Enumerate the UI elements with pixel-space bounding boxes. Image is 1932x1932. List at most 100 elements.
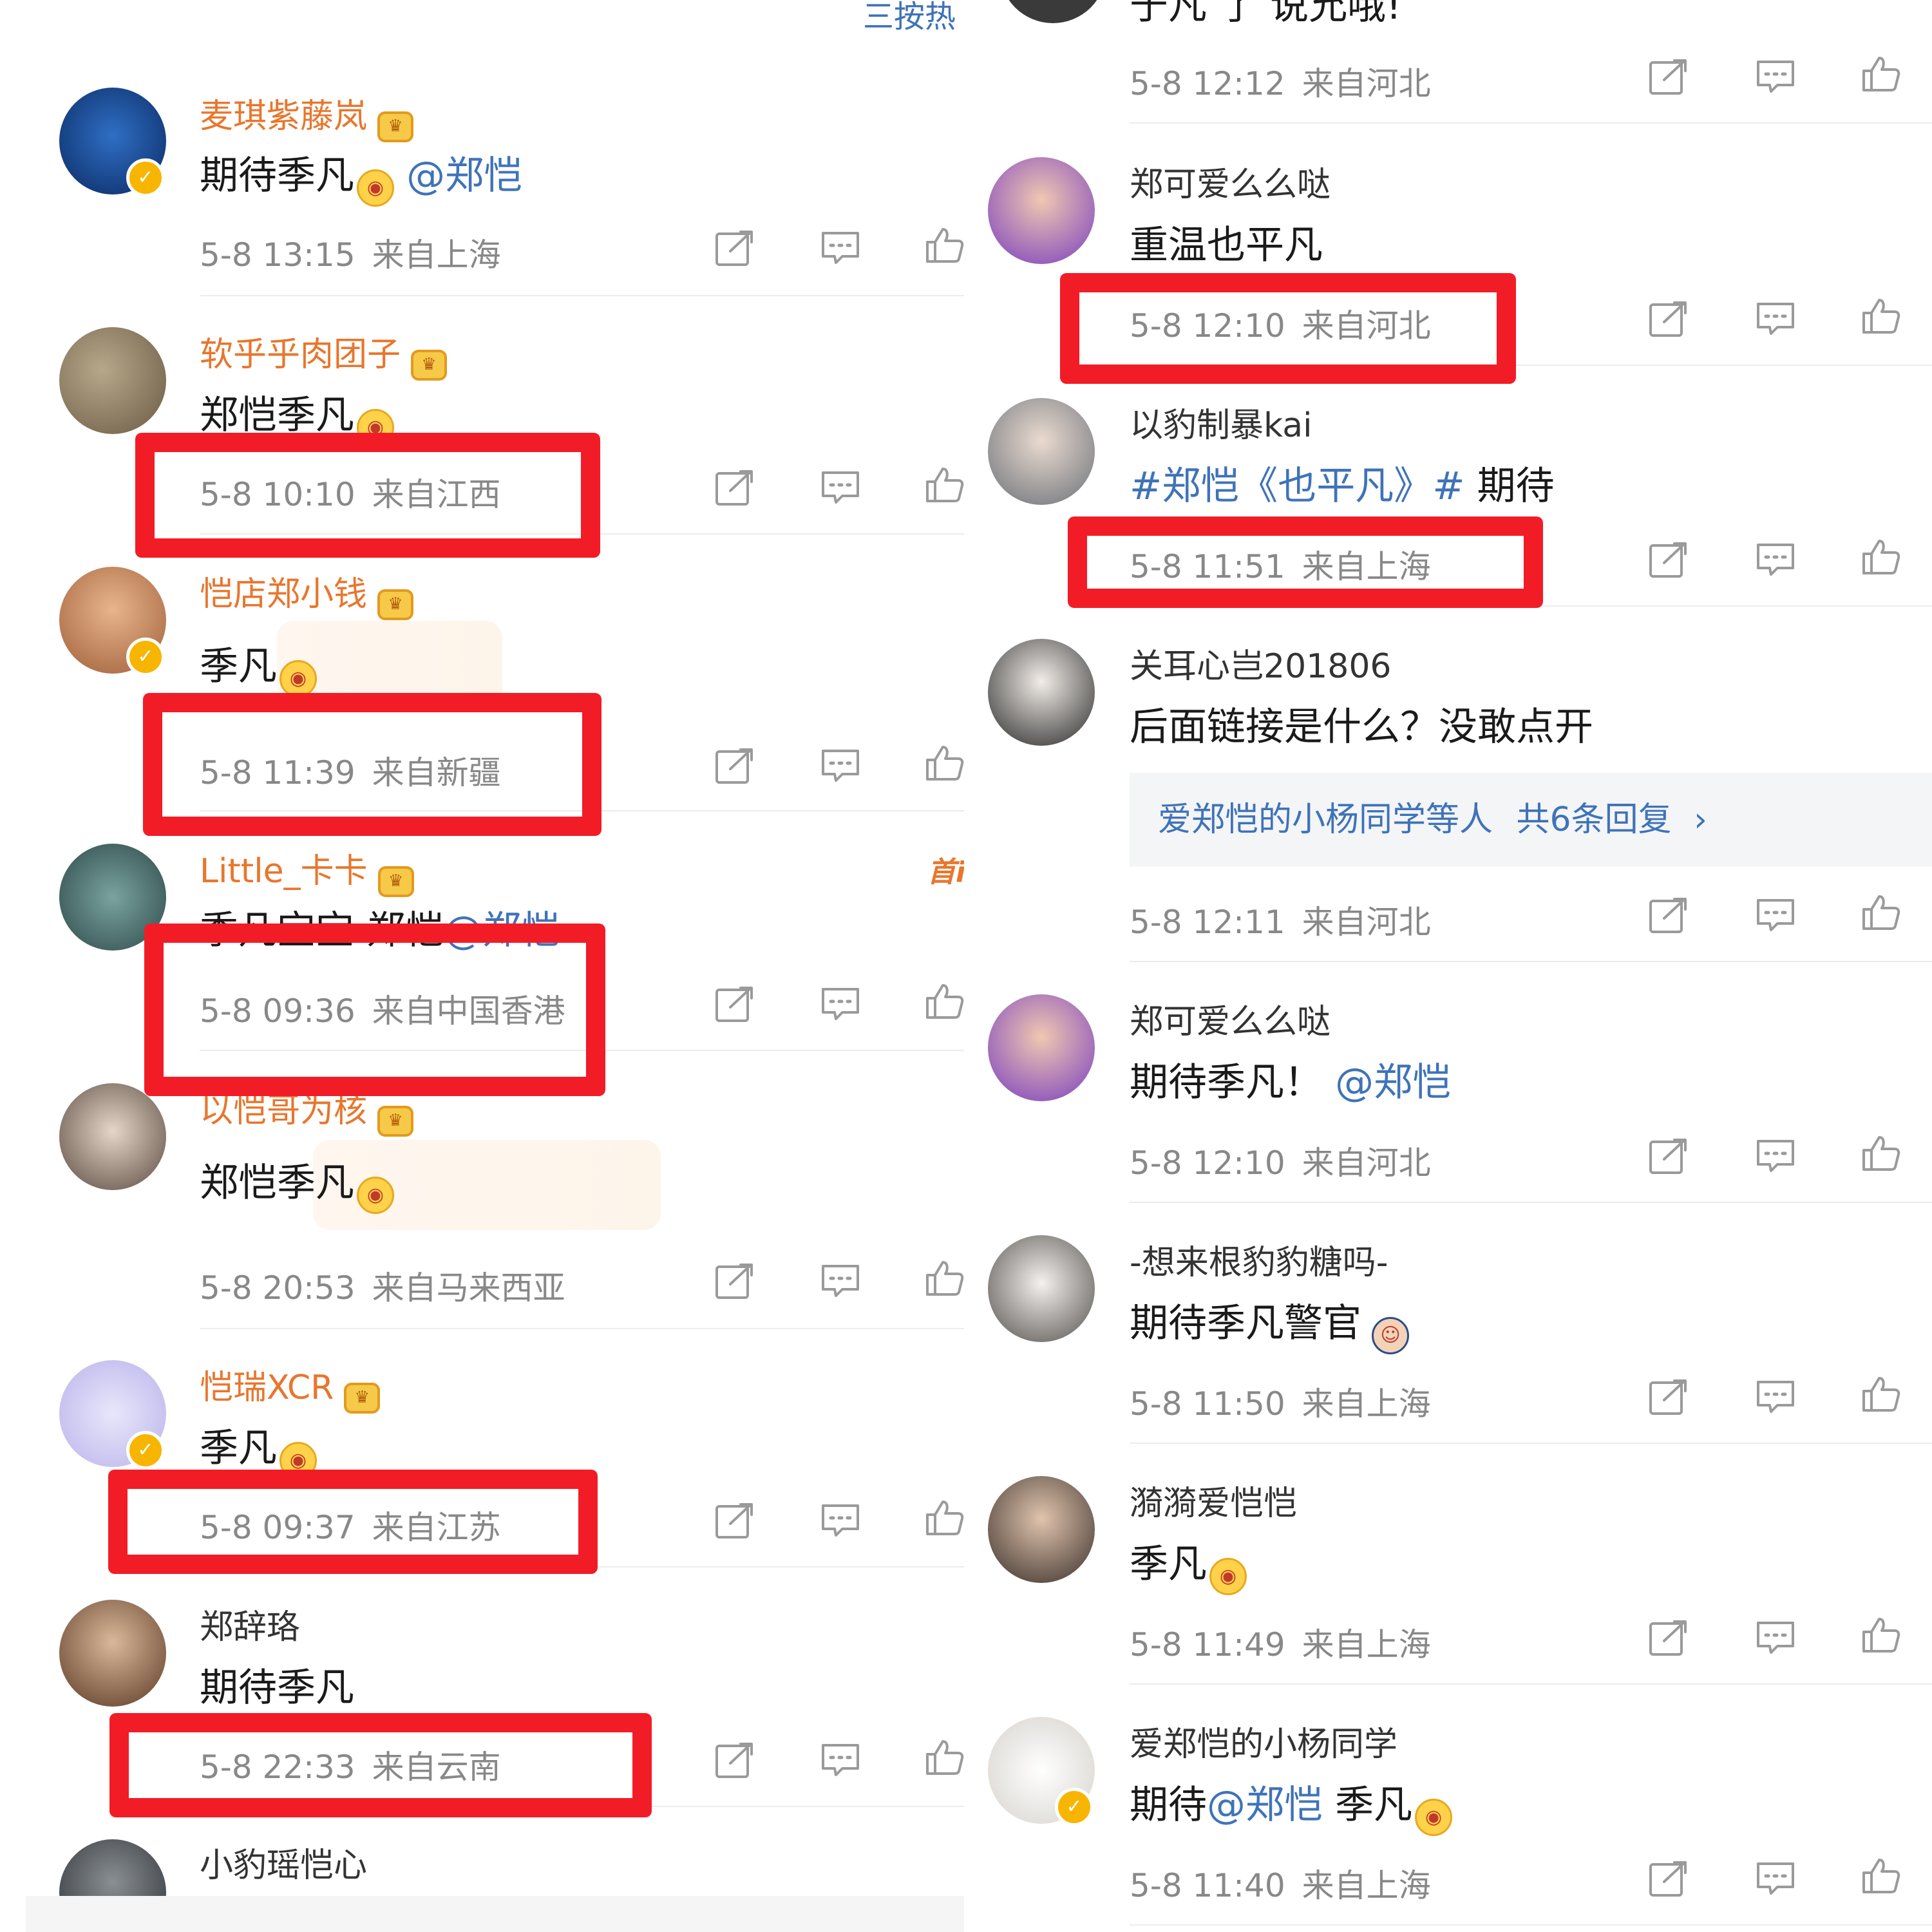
comment-icon[interactable]: [820, 229, 860, 267]
avatar[interactable]: [59, 1083, 166, 1190]
share-icon[interactable]: [1649, 1378, 1689, 1416]
username[interactable]: 关耳心岂201806: [1130, 639, 1392, 687]
comment-icon[interactable]: [820, 1502, 860, 1539]
like-icon[interactable]: [925, 1739, 965, 1776]
comment-icon[interactable]: [820, 985, 860, 1023]
left-comment-list: 三按热 ✓ 麦琪紫藤岚 ♛ 期待季凡 ◉ @郑恺 5-8 13:15 来自上海 软乎乎…: [0, 0, 966, 1932]
comment-icon[interactable]: [1756, 1137, 1795, 1175]
share-icon[interactable]: [1649, 1619, 1689, 1656]
share-icon[interactable]: [1649, 896, 1689, 934]
divider: [1130, 1924, 1932, 1926]
reply-summary[interactable]: 爱郑恺的小杨同学等人 共6条回复 ›: [1130, 773, 1932, 867]
like-icon[interactable]: [925, 227, 965, 264]
divider: [200, 295, 966, 296]
username[interactable]: 恺瑞XCR ♛: [200, 1360, 381, 1414]
comment-icon[interactable]: [820, 469, 860, 506]
like-icon[interactable]: [1861, 1135, 1901, 1172]
comment-meta: 5-8 13:15 来自上海: [200, 236, 501, 274]
comment-text: 郑恺季凡 ◉: [200, 1151, 394, 1214]
share-icon[interactable]: [715, 747, 755, 784]
avatar[interactable]: [988, 157, 1095, 264]
comment-icon[interactable]: [1756, 300, 1795, 337]
comment-text: 季凡 ◉: [200, 635, 317, 697]
share-icon[interactable]: [715, 229, 755, 267]
comment-text: 期待季凡: [200, 1665, 354, 1710]
comment-icon[interactable]: [1756, 1860, 1795, 1897]
avatar[interactable]: [988, 1476, 1095, 1583]
crown-badge-icon: ♛: [411, 350, 448, 381]
username[interactable]: 漪漪爱恺恺: [1130, 1476, 1297, 1524]
like-icon[interactable]: [1861, 298, 1901, 335]
emoji-icon: ◉: [1415, 1799, 1453, 1836]
topic-link[interactable]: #郑恺《也平凡》#: [1130, 464, 1465, 509]
highlight-box: [143, 693, 601, 836]
avatar[interactable]: [988, 639, 1095, 746]
avatar[interactable]: [59, 327, 166, 434]
like-icon[interactable]: [1861, 1857, 1901, 1895]
like-icon[interactable]: [925, 744, 965, 782]
comment-icon[interactable]: [820, 747, 860, 784]
comment-icon[interactable]: [820, 1741, 860, 1779]
avatar[interactable]: [988, 1235, 1095, 1342]
username[interactable]: 软乎乎肉团子 ♛: [200, 327, 448, 381]
share-icon[interactable]: [715, 1262, 755, 1300]
comment-text: 于凡 了 说允哦!: [1130, 0, 1402, 28]
comment-meta: 5-8 12:12 来自河北: [1130, 65, 1431, 102]
avatar[interactable]: [999, 0, 1106, 23]
username[interactable]: 郑可爱么么哒: [1130, 994, 1331, 1043]
divider: [1130, 1443, 1932, 1444]
like-icon[interactable]: [1861, 894, 1901, 931]
share-icon[interactable]: [1649, 1860, 1689, 1897]
username[interactable]: Little_卡卡 ♛: [200, 844, 414, 897]
username[interactable]: 恺店郑小钱 ♛: [200, 567, 414, 620]
crown-badge-icon: ♛: [377, 589, 414, 620]
highlight-box: [109, 1713, 652, 1817]
mention-link[interactable]: @郑恺: [406, 153, 522, 198]
share-icon[interactable]: [715, 1741, 755, 1779]
share-icon[interactable]: [1649, 541, 1689, 578]
like-icon[interactable]: [925, 466, 965, 504]
username[interactable]: 郑可爱么么哒: [1130, 157, 1331, 205]
comment-icon[interactable]: [1756, 541, 1795, 578]
like-icon[interactable]: [1861, 1616, 1901, 1654]
share-icon[interactable]: [1649, 1137, 1689, 1175]
username[interactable]: 麦琪紫藤岚 ♛: [200, 89, 414, 142]
comment-icon[interactable]: [1756, 1378, 1795, 1416]
mention-link[interactable]: @郑恺: [1207, 1783, 1323, 1828]
comment-text: 重温也平凡: [1130, 223, 1323, 268]
like-icon[interactable]: [1861, 538, 1901, 576]
right-comment-list: 于凡 了 说允哦! 5-8 12:12 来自河北 郑可爱么么哒 重温也平凡 5-8…: [966, 0, 1932, 1932]
avatar[interactable]: [59, 1600, 166, 1707]
avatar[interactable]: [988, 994, 1095, 1101]
share-icon[interactable]: [715, 469, 755, 506]
like-icon[interactable]: [1861, 55, 1901, 93]
share-icon[interactable]: [715, 1502, 755, 1539]
comment-meta: 5-8 11:40 来自上海: [1130, 1867, 1431, 1904]
comment-icon[interactable]: [820, 1262, 860, 1300]
share-icon[interactable]: [1649, 58, 1689, 95]
divider: [1130, 1683, 1932, 1685]
verified-icon: ✓: [126, 158, 165, 197]
username[interactable]: -想来根豹豹糖吗-: [1130, 1235, 1388, 1283]
username[interactable]: 小豹瑶恺心: [200, 1838, 367, 1886]
username[interactable]: 以豹制暴kai: [1130, 398, 1312, 446]
share-icon[interactable]: [715, 985, 755, 1023]
avatar[interactable]: [988, 398, 1095, 505]
like-icon[interactable]: [925, 1260, 965, 1297]
like-icon[interactable]: [925, 983, 965, 1020]
highlight-box: [1068, 516, 1543, 608]
sort-by-hot-label[interactable]: 三按热: [863, 0, 956, 36]
share-icon[interactable]: [1649, 300, 1689, 337]
like-icon[interactable]: [925, 1499, 965, 1537]
like-icon[interactable]: [1861, 1376, 1901, 1413]
comment-meta: 5-8 12:10 来自河北: [1130, 1144, 1431, 1182]
comment-icon[interactable]: [1756, 58, 1795, 95]
highlight-box: [144, 923, 605, 1096]
comment-icon[interactable]: [1756, 1619, 1795, 1656]
comment-meta: 5-8 12:11 来自河北: [1130, 904, 1431, 941]
verified-icon: ✓: [126, 638, 165, 676]
mention-link[interactable]: @郑恺: [1335, 1060, 1451, 1105]
username[interactable]: 爱郑恺的小杨同学: [1130, 1717, 1397, 1765]
username[interactable]: 郑辞珞: [200, 1600, 300, 1648]
comment-icon[interactable]: [1756, 896, 1795, 934]
